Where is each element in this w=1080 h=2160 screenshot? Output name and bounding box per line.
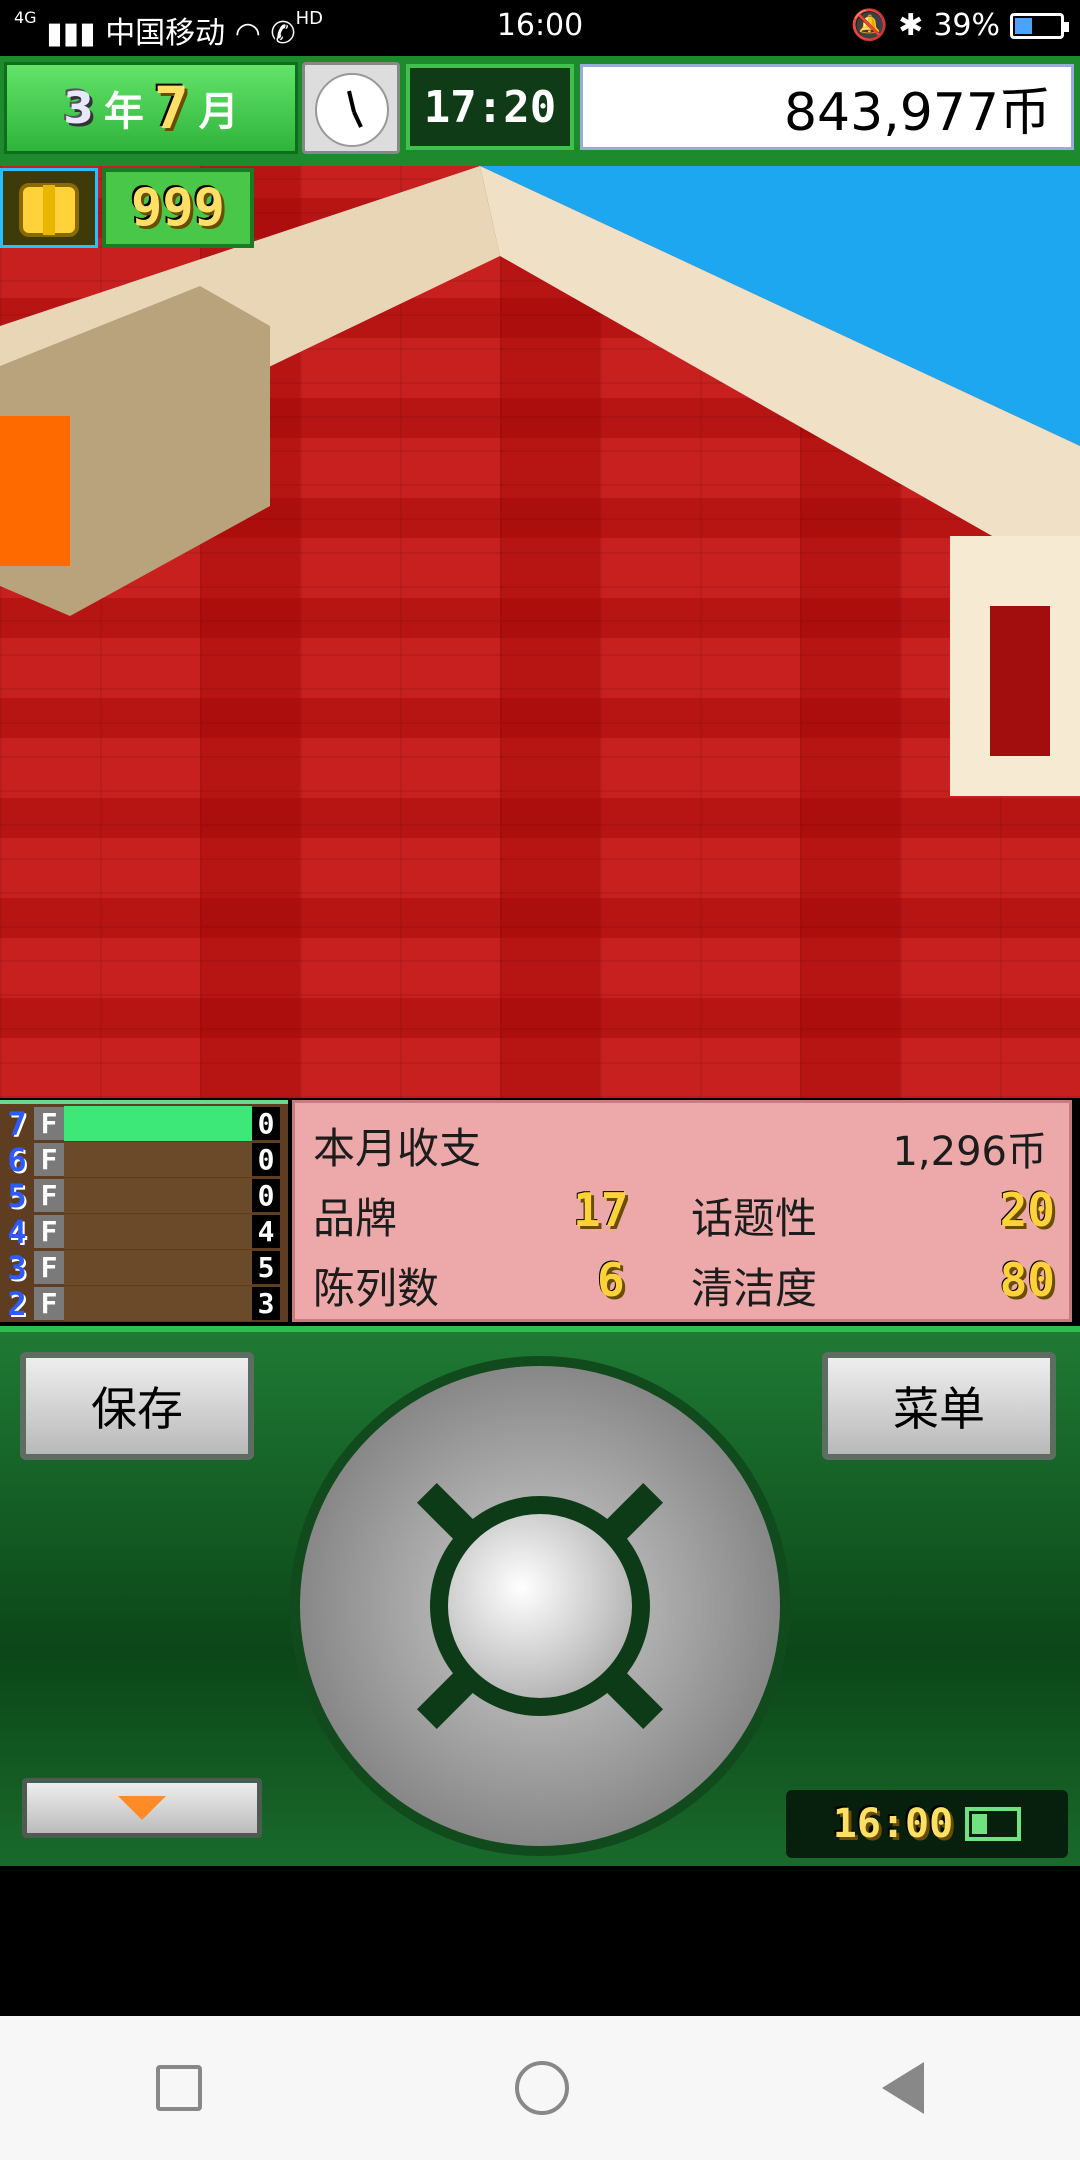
floor-number: 7 <box>7 1104 27 1143</box>
floor-suffix: F <box>34 1107 64 1140</box>
display-value: 6 <box>597 1253 625 1307</box>
floor-suffix: F <box>34 1287 64 1320</box>
display-label: 陈列数 <box>313 1264 440 1313</box>
floor-row[interactable]: 2F 3 <box>0 1284 280 1323</box>
date-display: 3 年 7 月 <box>4 62 298 154</box>
topic-label: 话题性 <box>691 1194 818 1243</box>
floor-row[interactable]: 5F 0 <box>0 1176 280 1215</box>
floor-row[interactable]: 4F4 <box>0 1212 280 1251</box>
floor-row[interactable]: 6F 0 <box>0 1140 280 1179</box>
floor-number: 6 <box>7 1140 27 1179</box>
floor-list[interactable]: 7F06F05F04F43F52F3 <box>0 1100 288 1323</box>
floor-suffix: F <box>34 1179 64 1212</box>
game-hud: 3 年 7 月 17:20 843,977币 <box>0 56 1080 166</box>
gift-count: 999 <box>102 168 254 248</box>
gift-icon[interactable] <box>0 168 98 248</box>
money-display: 843,977币 <box>580 64 1074 150</box>
down-arrow-icon <box>118 1796 166 1820</box>
month-label: 月 <box>198 89 239 135</box>
battery-percent: 39% <box>933 8 1000 43</box>
dpad-center-button[interactable] <box>430 1496 650 1716</box>
monthly-label: 本月收支 <box>313 1124 482 1173</box>
year-label: 年 <box>103 89 144 135</box>
mini-time: 16:00 <box>832 1801 954 1847</box>
floor-value: 3 <box>252 1287 280 1320</box>
status-right-group: 🔕 ✱ 39% <box>850 8 1069 43</box>
topic-value: 20 <box>999 1183 1055 1237</box>
bluetooth-icon: ✱ <box>898 8 924 43</box>
floor-row[interactable]: 3F 5 <box>0 1248 280 1287</box>
bell-mute-icon: 🔕 <box>850 8 889 43</box>
floor-value: 0 <box>252 1107 280 1140</box>
floor-bar <box>64 1178 252 1213</box>
floor-bar <box>64 1250 252 1285</box>
battery-icon <box>1010 12 1069 39</box>
floor-bar <box>64 1214 252 1249</box>
save-button[interactable]: 保存 <box>20 1352 254 1460</box>
home-button[interactable] <box>514 2061 569 2115</box>
scroll-down-button[interactable] <box>22 1778 262 1838</box>
store-door[interactable] <box>990 606 1050 756</box>
battery-icon <box>965 1807 1022 1841</box>
mini-clock: 16:00 <box>786 1790 1068 1858</box>
clean-value: 80 <box>999 1253 1055 1307</box>
status-bar: 4G ▮▮▮ 中国移动 ◠ ✆HD 16:00 🔕 ✱ 39% <box>0 0 1080 56</box>
dpad-icon[interactable] <box>290 1356 790 1856</box>
back-button[interactable] <box>881 2062 924 2114</box>
month-number: 7 <box>153 74 189 142</box>
floor-number: 4 <box>7 1212 27 1251</box>
floor-bar <box>64 1106 252 1141</box>
brand-value: 17 <box>573 1183 629 1237</box>
clock-face <box>315 73 389 147</box>
floor-suffix: F <box>34 1215 64 1248</box>
floor-number: 3 <box>7 1248 27 1287</box>
floor-suffix: F <box>34 1143 64 1176</box>
floor-suffix: F <box>34 1251 64 1284</box>
floor-value: 0 <box>252 1143 280 1176</box>
floor-bar <box>64 1142 252 1177</box>
floor-value: 4 <box>252 1215 280 1248</box>
floor-row[interactable]: 7F 0 <box>0 1104 280 1143</box>
game-time: 17:20 <box>406 64 574 150</box>
brand-label: 品牌 <box>313 1194 398 1243</box>
orange-door[interactable] <box>0 416 70 566</box>
floor-value: 0 <box>252 1179 280 1212</box>
year-number: 3 <box>63 82 94 134</box>
game-scene[interactable] <box>0 166 1080 1098</box>
clock-icon <box>302 62 400 154</box>
system-nav-bar <box>0 2016 1080 2160</box>
floor-value: 5 <box>252 1251 280 1284</box>
clean-label: 清洁度 <box>691 1264 818 1313</box>
floor-bar <box>64 1286 252 1321</box>
monthly-value: 1,296币 <box>892 1129 1047 1175</box>
floor-number: 5 <box>7 1176 27 1215</box>
floor-number: 2 <box>7 1284 27 1323</box>
recents-button[interactable] <box>156 2065 203 2111</box>
controller-panel: 保存 菜单 16:00 <box>0 1326 1080 1866</box>
stats-panel: 本月收支 1,296币 品牌 17 话题性 20 陈列数 6 清洁度 80 <box>292 1100 1072 1322</box>
menu-button[interactable]: 菜单 <box>822 1352 1056 1460</box>
